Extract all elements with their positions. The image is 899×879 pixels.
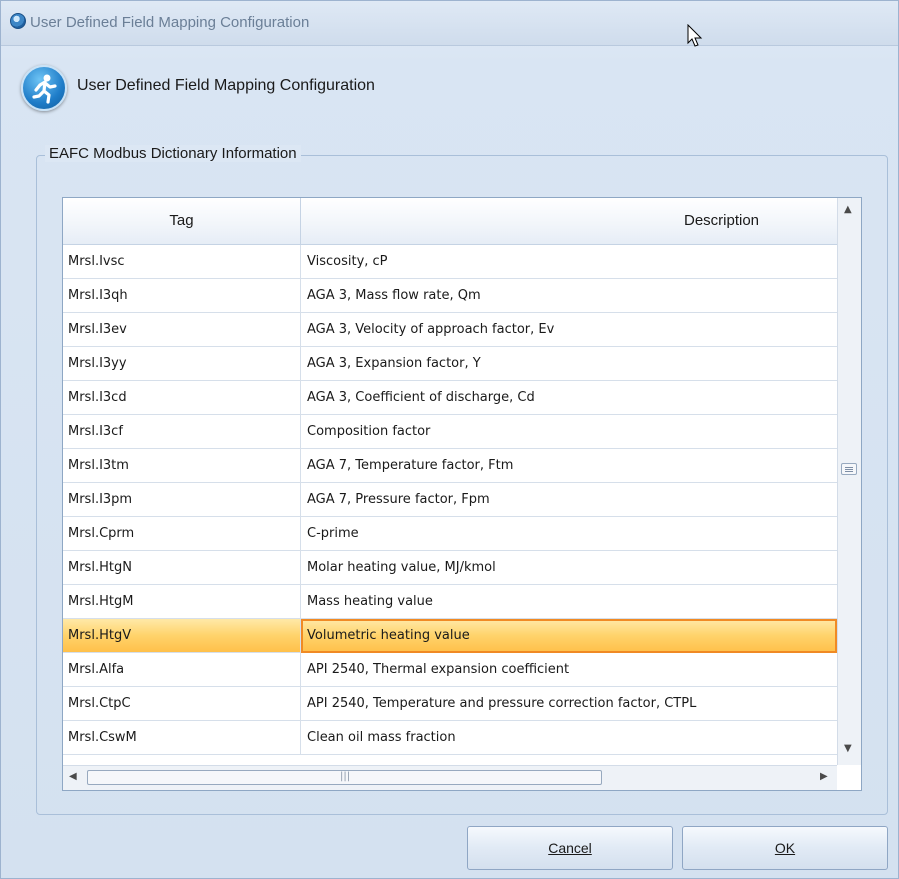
table-row[interactable]: Mrsl.HtgN Molar heating value, MJ/kmol <box>63 551 837 585</box>
table-row[interactable]: Mrsl.I3qh AGA 3, Mass flow rate, Qm <box>63 279 837 313</box>
cancel-button-label: Cancel <box>548 840 592 856</box>
running-person-icon <box>21 65 67 111</box>
cell-description[interactable]: Volumetric heating value <box>301 619 837 653</box>
table-row[interactable]: Mrsl.Ivsc Viscosity, cP <box>63 245 837 279</box>
cell-tag[interactable]: Mrsl.I3cf <box>63 415 301 449</box>
table-row[interactable]: Mrsl.CtpC API 2540, Temperature and press… <box>63 687 837 721</box>
table-row[interactable]: Mrsl.I3cd AGA 3, Coefficient of discharge… <box>63 381 837 415</box>
mouse-cursor-icon <box>687 23 703 52</box>
cell-tag[interactable]: Mrsl.CtpC <box>63 687 301 721</box>
app-icon[interactable] <box>10 13 26 29</box>
table-row[interactable]: Mrsl.I3pm AGA 7, Pressure factor, Fpm <box>63 483 837 517</box>
grid-header: Tag Description <box>63 198 837 245</box>
grid-rows: Mrsl.Ivsc Viscosity, cP Mrsl.I3qh AGA 3, Ma… <box>63 245 837 755</box>
cell-description[interactable]: Clean oil mass fraction <box>301 721 837 755</box>
grip-icon: ||| <box>340 771 351 782</box>
cell-description[interactable]: Mass heating value <box>301 585 837 619</box>
cell-description[interactable]: Molar heating value, MJ/kmol <box>301 551 837 585</box>
cell-tag[interactable]: Mrsl.I3cd <box>63 381 301 415</box>
cell-description[interactable]: API 2540, Temperature and pressure corre… <box>301 687 837 721</box>
scroll-left-icon[interactable]: ◀ <box>69 771 77 782</box>
table-row[interactable]: Mrsl.HtgV Volumetric heating value <box>63 619 837 653</box>
ok-button[interactable]: OK <box>682 826 888 870</box>
cell-tag[interactable]: Mrsl.I3ev <box>63 313 301 347</box>
window-title: User Defined Field Mapping Configuration <box>30 14 310 31</box>
dialog-window: User Defined Field Mapping Configuration… <box>0 0 899 879</box>
cell-description[interactable]: AGA 7, Pressure factor, Fpm <box>301 483 837 517</box>
cell-tag[interactable]: Mrsl.HtgN <box>63 551 301 585</box>
horizontal-scroll-thumb[interactable]: ||| <box>87 770 602 785</box>
table-row[interactable]: Mrsl.Cprm C-prime <box>63 517 837 551</box>
cell-tag[interactable]: Mrsl.Ivsc <box>63 245 301 279</box>
cell-description[interactable]: AGA 3, Coefficient of discharge, Cd <box>301 381 837 415</box>
cell-tag[interactable]: Mrsl.Cprm <box>63 517 301 551</box>
cell-description[interactable]: C-prime <box>301 517 837 551</box>
column-header-description[interactable]: Description <box>301 198 837 244</box>
column-header-description-label: Description <box>684 212 760 229</box>
table-row[interactable]: Mrsl.HtgM Mass heating value <box>63 585 837 619</box>
cancel-button[interactable]: Cancel <box>467 826 673 870</box>
table-row[interactable]: Mrsl.I3cf Composition factor <box>63 415 837 449</box>
cell-tag[interactable]: Mrsl.I3qh <box>63 279 301 313</box>
scroll-down-icon[interactable]: ▼ <box>844 743 852 754</box>
dictionary-grid[interactable]: Tag Description Mrsl.Ivsc Viscosity, cP Mr… <box>62 197 862 791</box>
cell-tag[interactable]: Mrsl.CswM <box>63 721 301 755</box>
horizontal-scrollbar[interactable]: ◀ ||| ▶ <box>63 765 837 790</box>
cell-tag[interactable]: Mrsl.I3yy <box>63 347 301 381</box>
ok-button-label: OK <box>774 840 796 856</box>
cell-description[interactable]: API 2540, Thermal expansion coefficient <box>301 653 837 687</box>
cell-tag[interactable]: Mrsl.HtgV <box>63 619 301 653</box>
table-row[interactable]: Mrsl.I3ev AGA 3, Velocity of approach fac… <box>63 313 837 347</box>
header-title: User Defined Field Mapping Configuration <box>77 77 375 94</box>
cell-description[interactable]: AGA 7, Temperature factor, Ftm <box>301 449 837 483</box>
scrollbar-corner <box>837 765 861 790</box>
column-header-tag[interactable]: Tag <box>63 198 301 244</box>
title-bar[interactable]: User Defined Field Mapping Configuration <box>1 1 898 46</box>
scroll-right-icon[interactable]: ▶ <box>820 771 828 782</box>
cell-description[interactable]: AGA 3, Velocity of approach factor, Ev <box>301 313 837 347</box>
vertical-scrollbar[interactable]: ▲ ▼ <box>837 198 861 765</box>
cell-description[interactable]: Composition factor <box>301 415 837 449</box>
scroll-up-icon[interactable]: ▲ <box>844 204 852 215</box>
cell-tag[interactable]: Mrsl.Alfa <box>63 653 301 687</box>
table-row[interactable]: Mrsl.Alfa API 2540, Thermal expansion coe… <box>63 653 837 687</box>
cell-description[interactable]: Viscosity, cP <box>301 245 837 279</box>
group-label: EAFC Modbus Dictionary Information <box>45 145 301 162</box>
cell-tag[interactable]: Mrsl.HtgM <box>63 585 301 619</box>
cell-tag[interactable]: Mrsl.I3pm <box>63 483 301 517</box>
cell-tag[interactable]: Mrsl.I3tm <box>63 449 301 483</box>
cell-description[interactable]: AGA 3, Expansion factor, Y <box>301 347 837 381</box>
table-row[interactable]: Mrsl.I3tm AGA 7, Temperature factor, Ftm <box>63 449 837 483</box>
cell-description[interactable]: AGA 3, Mass flow rate, Qm <box>301 279 837 313</box>
vertical-scroll-thumb[interactable] <box>841 463 857 475</box>
table-row[interactable]: Mrsl.CswM Clean oil mass fraction <box>63 721 837 755</box>
table-row[interactable]: Mrsl.I3yy AGA 3, Expansion factor, Y <box>63 347 837 381</box>
